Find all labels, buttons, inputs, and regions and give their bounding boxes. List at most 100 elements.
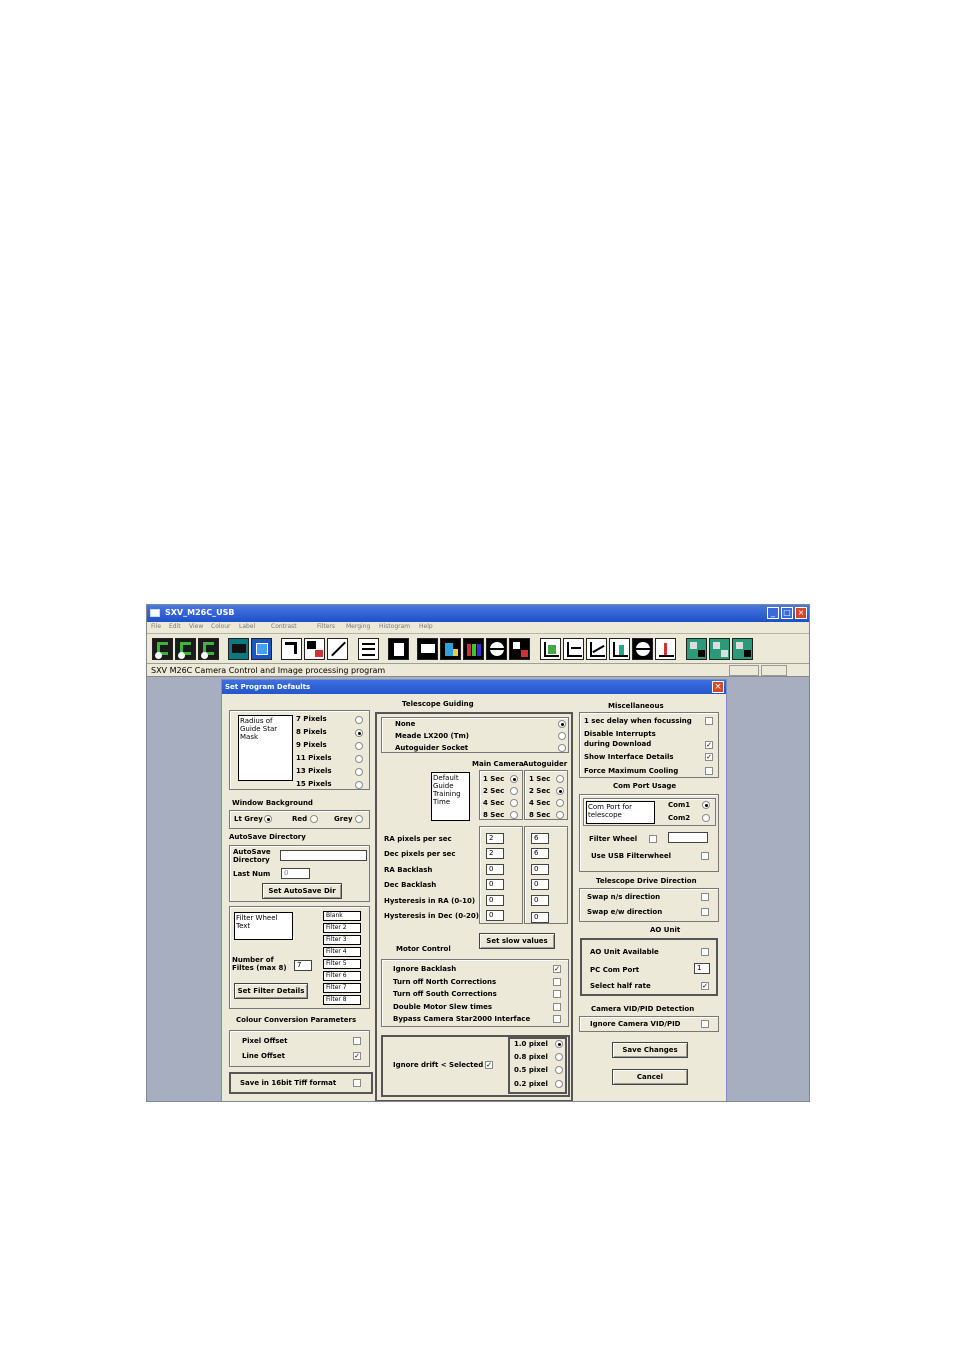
auto-2sec-radio[interactable] <box>556 787 564 795</box>
swap-ew-checkbox[interactable] <box>701 908 709 916</box>
aperture-icon[interactable] <box>632 638 653 660</box>
auto-1sec-radio[interactable] <box>556 775 564 783</box>
swap-ns-checkbox[interactable] <box>701 893 709 901</box>
focus-delay-checkbox[interactable] <box>705 717 713 725</box>
cancel-button[interactable]: Cancel <box>612 1069 688 1085</box>
main-1sec-radio[interactable] <box>510 775 518 783</box>
menu-filters[interactable]: Filters <box>317 623 335 630</box>
menu-help[interactable]: Help <box>419 623 433 630</box>
set-autosave-dir-button[interactable]: Set AutoSave Dir <box>262 883 342 899</box>
mask-11px-radio[interactable] <box>355 755 363 763</box>
dialog-titlebar[interactable]: Set Program Defaults × <box>222 680 726 694</box>
guide-lx200-radio[interactable] <box>558 732 566 740</box>
main-8sec-radio[interactable] <box>510 811 518 819</box>
bypass-star2000-checkbox[interactable] <box>553 1015 561 1023</box>
menu-view[interactable]: View <box>189 623 203 630</box>
histogram-peak-icon[interactable] <box>655 638 676 660</box>
filter-name-input[interactable]: Filter 4 <box>323 947 361 957</box>
align-icon[interactable] <box>440 638 461 660</box>
maximize-button[interactable]: □ <box>781 607 793 619</box>
camera-autoguide-icon[interactable] <box>198 638 219 660</box>
number-of-filters-input[interactable]: 7 <box>294 960 312 971</box>
histogram-gamma-icon[interactable] <box>609 638 630 660</box>
north-corrections-checkbox[interactable] <box>553 978 561 986</box>
ao-available-checkbox[interactable] <box>701 948 709 956</box>
last-num-input[interactable]: 0 <box>281 868 310 879</box>
com1-radio[interactable] <box>702 801 710 809</box>
menu-contrast[interactable]: Contrast <box>271 623 297 630</box>
notes-icon[interactable] <box>358 638 379 660</box>
pc-com-port-input[interactable]: 1 <box>694 963 710 974</box>
menu-file[interactable]: File <box>151 623 161 630</box>
hysteresis-dec-main-input[interactable]: 0 <box>486 910 504 921</box>
use-usb-checkbox[interactable] <box>701 852 709 860</box>
histogram-log-icon[interactable] <box>586 638 607 660</box>
save-changes-button[interactable]: Save Changes <box>612 1042 688 1058</box>
resize-icon[interactable] <box>304 638 325 660</box>
hysteresis-ra-auto-input[interactable]: 0 <box>531 895 549 906</box>
open-file-icon[interactable] <box>251 638 272 660</box>
histogram-linear-icon[interactable] <box>563 638 584 660</box>
filter-name-input[interactable]: Blank <box>323 911 361 921</box>
minimize-button[interactable]: _ <box>767 607 779 619</box>
dither-icon[interactable] <box>509 638 530 660</box>
pixel-offset-checkbox[interactable] <box>353 1037 361 1045</box>
south-corrections-checkbox[interactable] <box>553 990 561 998</box>
autosave-dir-input[interactable] <box>280 850 367 861</box>
drift-02px-radio[interactable] <box>555 1080 563 1088</box>
menu-merging[interactable]: Merging <box>346 623 370 630</box>
com2-radio[interactable] <box>702 814 710 822</box>
filter-wheel-checkbox[interactable] <box>649 835 657 843</box>
dec-backlash-auto-input[interactable]: 0 <box>531 879 549 890</box>
histogram-stretch-icon[interactable] <box>540 638 561 660</box>
dec-pixels-auto-input[interactable]: 6 <box>531 848 549 859</box>
show-interface-checkbox[interactable]: ✓ <box>705 753 713 761</box>
filter-wheel-input[interactable] <box>668 832 708 843</box>
half-rate-checkbox[interactable]: ✓ <box>701 982 709 990</box>
ignore-drift-checkbox[interactable]: ✓ <box>485 1061 493 1069</box>
mask-8px-radio[interactable] <box>355 729 363 737</box>
ra-pixels-auto-input[interactable]: 6 <box>531 833 549 844</box>
filter-name-input[interactable]: Filter 5 <box>323 959 361 969</box>
window-titlebar[interactable]: SXV_M26C_USB _ □ × <box>147 605 809 622</box>
drift-1px-radio[interactable] <box>555 1040 563 1048</box>
ignore-backlash-checkbox[interactable]: ✓ <box>553 965 561 973</box>
filter-name-input[interactable]: Filter 7 <box>323 983 361 993</box>
dec-pixels-main-input[interactable]: 2 <box>486 848 504 859</box>
star-field-icon[interactable] <box>417 638 438 660</box>
colour-split-icon[interactable] <box>732 638 753 660</box>
double-slew-checkbox[interactable] <box>553 1003 561 1011</box>
hysteresis-dec-auto-input[interactable]: 0 <box>531 912 549 923</box>
diagonal-line-icon[interactable] <box>327 638 348 660</box>
save16-checkbox[interactable] <box>353 1079 361 1087</box>
colour-merge-icon[interactable] <box>686 638 707 660</box>
set-slow-values-button[interactable]: Set slow values <box>479 933 555 949</box>
filter-name-input[interactable]: Filter 8 <box>323 995 361 1005</box>
menu-label[interactable]: Label <box>239 623 255 630</box>
filter-name-input[interactable]: Filter 3 <box>323 935 361 945</box>
menu-histogram[interactable]: Histogram <box>379 623 410 630</box>
bg-grey-radio[interactable] <box>355 815 363 823</box>
ignore-vidpid-checkbox[interactable] <box>701 1020 709 1028</box>
filter-name-input[interactable]: Filter 2 <box>323 923 361 933</box>
bg-ltgrey-radio[interactable] <box>264 815 272 823</box>
colour-balance-icon[interactable] <box>709 638 730 660</box>
auto-8sec-radio[interactable] <box>556 811 564 819</box>
guide-autoguider-radio[interactable] <box>558 744 566 752</box>
camera-focus-icon[interactable] <box>175 638 196 660</box>
main-2sec-radio[interactable] <box>510 787 518 795</box>
monitor-icon[interactable] <box>228 638 249 660</box>
mask-15px-radio[interactable] <box>355 781 363 789</box>
bg-red-radio[interactable] <box>310 815 318 823</box>
guide-none-radio[interactable] <box>558 720 566 728</box>
dec-backlash-main-input[interactable]: 0 <box>486 879 504 890</box>
image-info-icon[interactable] <box>388 638 409 660</box>
mask-7px-radio[interactable] <box>355 716 363 724</box>
menu-colour[interactable]: Colour <box>211 623 230 630</box>
circle-mask-icon[interactable] <box>486 638 507 660</box>
mask-9px-radio[interactable] <box>355 742 363 750</box>
auto-4sec-radio[interactable] <box>556 799 564 807</box>
ra-backlash-auto-input[interactable]: 0 <box>531 864 549 875</box>
drift-05px-radio[interactable] <box>555 1066 563 1074</box>
set-filter-details-button[interactable]: Set Filter Details <box>234 983 308 999</box>
